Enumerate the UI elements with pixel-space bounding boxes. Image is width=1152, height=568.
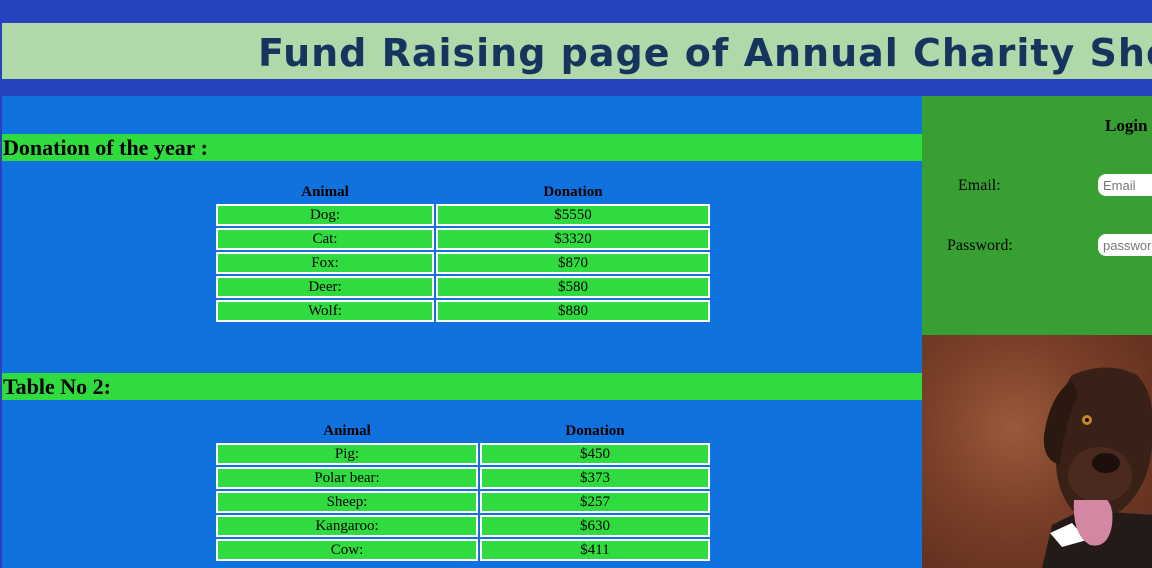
donation-table-2: Animal Donation Pig: $450 Polar bear: $373… xyxy=(214,419,712,563)
animal-cell: Kangaroo: xyxy=(216,515,478,537)
login-panel: Login Email: Password: xyxy=(922,96,1152,335)
donation-cell: $450 xyxy=(480,443,710,465)
dog-nose xyxy=(1092,453,1120,473)
column-header-donation: Donation xyxy=(565,422,625,439)
donation-cell: $880 xyxy=(436,300,710,322)
table-header-row: Animal Donation xyxy=(216,182,710,202)
table-row: Kangaroo: $630 xyxy=(216,515,710,537)
page-header: Fund Raising page of Annual Charity Show xyxy=(2,23,1152,79)
table-row: Fox: $870 xyxy=(216,252,710,274)
animal-cell: Polar bear: xyxy=(216,467,478,489)
donation-cell: $630 xyxy=(480,515,710,537)
donation-cell: $5550 xyxy=(436,204,710,226)
animal-cell: Cat: xyxy=(216,228,434,250)
top-bar xyxy=(0,0,1152,23)
column-header-donation: Donation xyxy=(543,183,603,200)
animal-cell: Cow: xyxy=(216,539,478,561)
column-header-animal: Animal xyxy=(301,183,349,200)
animal-cell: Pig: xyxy=(216,443,478,465)
table-row: Dog: $5550 xyxy=(216,204,710,226)
donation-cell: $580 xyxy=(436,276,710,298)
table-row: Cat: $3320 xyxy=(216,228,710,250)
login-title: Login xyxy=(1105,116,1148,135)
password-field[interactable] xyxy=(1098,234,1152,256)
animal-cell: Deer: xyxy=(216,276,434,298)
table-row: Pig: $450 xyxy=(216,443,710,465)
dog-photo xyxy=(922,335,1152,568)
table-row: Sheep: $257 xyxy=(216,491,710,513)
animal-cell: Sheep: xyxy=(216,491,478,513)
table-header-row: Animal Donation xyxy=(216,421,710,441)
section-title-table-2: Table No 2: xyxy=(2,373,922,400)
animal-cell: Wolf: xyxy=(216,300,434,322)
donation-cell: $3320 xyxy=(436,228,710,250)
password-label: Password: xyxy=(947,237,1013,254)
donation-cell: $870 xyxy=(436,252,710,274)
table-row: Wolf: $880 xyxy=(216,300,710,322)
donation-cell: $257 xyxy=(480,491,710,513)
animal-cell: Dog: xyxy=(216,204,434,226)
table-row: Cow: $411 xyxy=(216,539,710,561)
donation-table: Animal Donation Dog: $5550 Cat: $3320 Fox:… xyxy=(214,180,712,324)
page-title: Fund Raising page of Annual Charity Show xyxy=(258,31,1152,75)
email-field[interactable] xyxy=(1098,174,1152,196)
table-row: Deer: $580 xyxy=(216,276,710,298)
email-label: Email: xyxy=(958,177,1001,194)
table-row: Polar bear: $373 xyxy=(216,467,710,489)
donation-cell: $373 xyxy=(480,467,710,489)
donation-cell: $411 xyxy=(480,539,710,561)
column-header-animal: Animal xyxy=(323,422,371,439)
animal-cell: Fox: xyxy=(216,252,434,274)
section-title-donation: Donation of the year : xyxy=(2,134,922,161)
dog-image xyxy=(1042,367,1152,568)
main-content: Donation of the year : Animal Donation D… xyxy=(2,96,922,568)
